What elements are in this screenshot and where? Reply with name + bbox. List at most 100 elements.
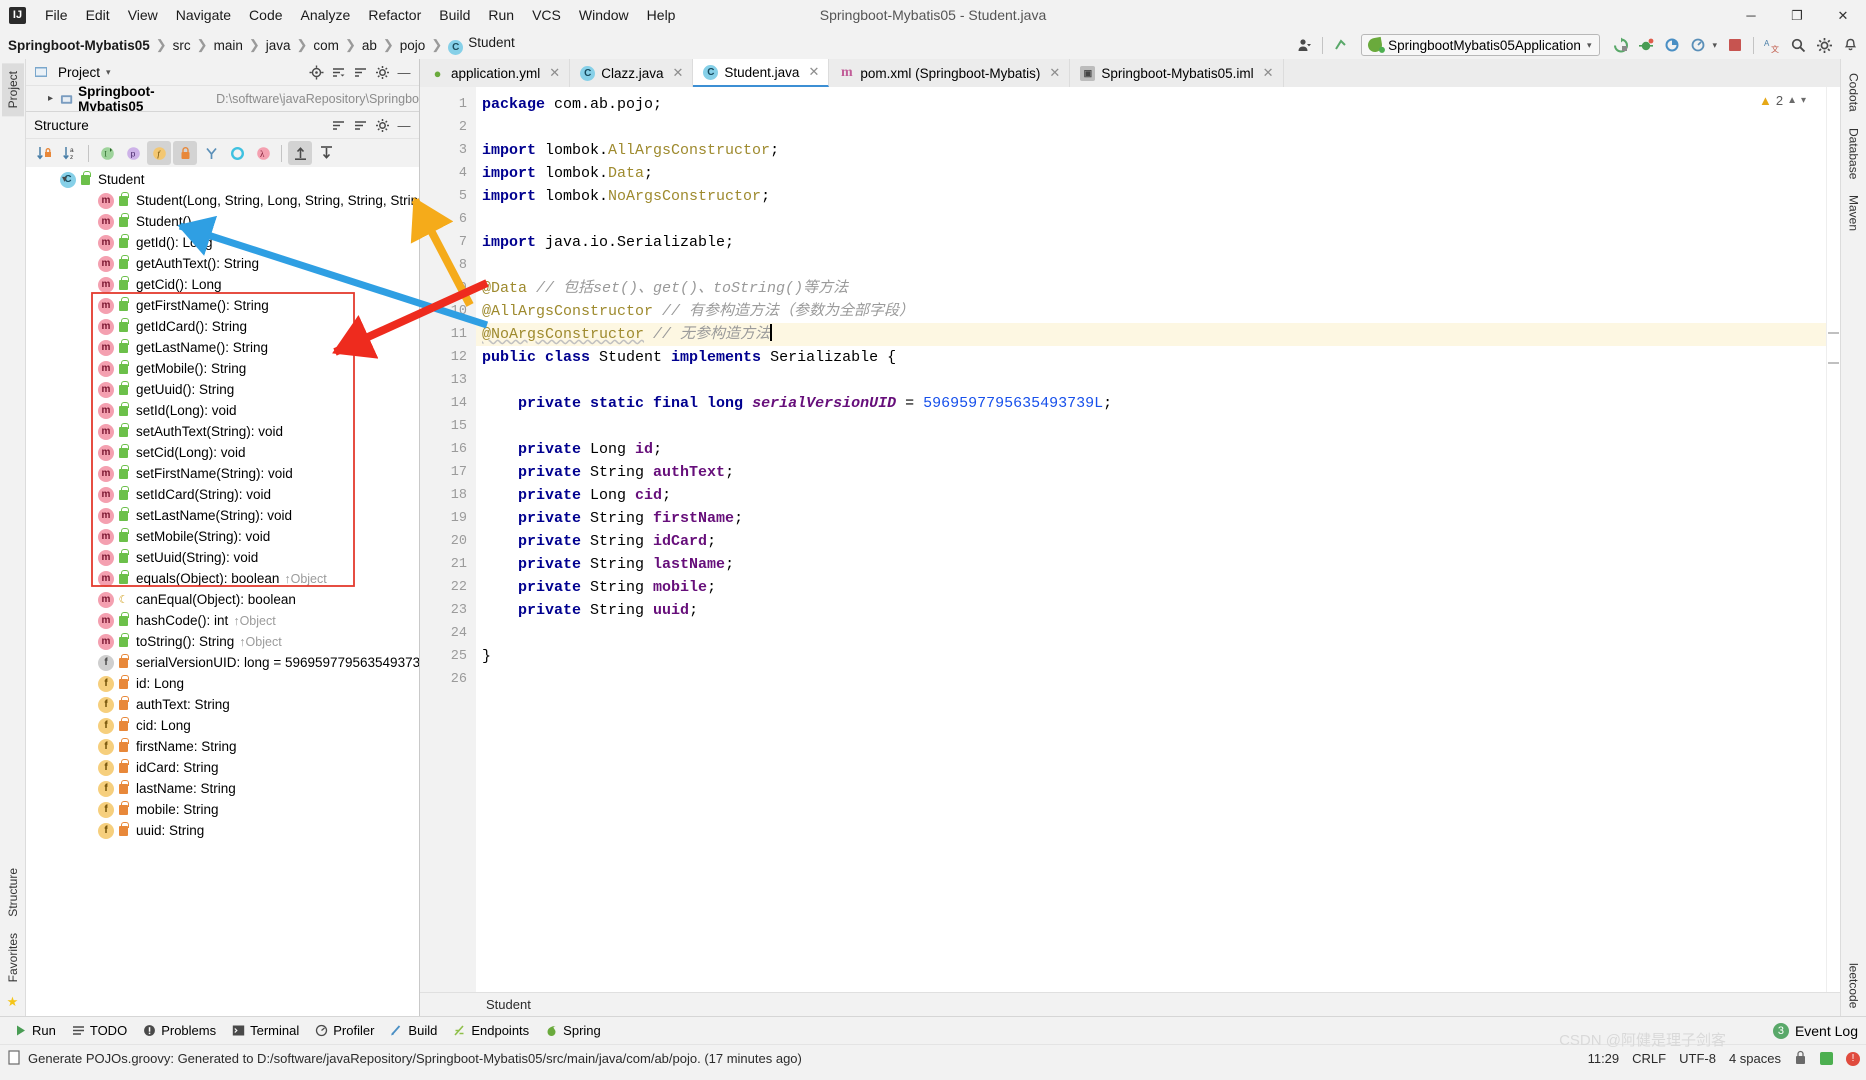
- editor-tab-springboot-mybatis05-iml[interactable]: ▣ Springboot-Mybatis05.iml ✕: [1070, 59, 1284, 87]
- bottom-tool-todo[interactable]: TODO: [64, 1020, 135, 1041]
- stop-icon[interactable]: [1723, 33, 1747, 57]
- structure-tree[interactable]: ▾ C Student m Student(Long, String, Long, St…: [26, 167, 419, 1016]
- collapse-all-icon[interactable]: [327, 61, 349, 83]
- status-encoding[interactable]: UTF-8: [1679, 1051, 1716, 1066]
- code-line[interactable]: private Long cid;: [476, 484, 1826, 507]
- code-line[interactable]: import lombok.NoArgsConstructor;: [476, 185, 1826, 208]
- show-lambdas-icon[interactable]: λ: [251, 141, 275, 165]
- structure-tree-item[interactable]: m setFirstName(String): void: [26, 463, 419, 484]
- close-button[interactable]: ✕: [1820, 0, 1866, 31]
- code-line[interactable]: private String authText;: [476, 461, 1826, 484]
- user-icon[interactable]: [1292, 33, 1316, 57]
- sidebar-item-leetcode[interactable]: leetcode: [1844, 955, 1864, 1016]
- next-highlight-icon[interactable]: ▾: [1801, 95, 1806, 106]
- editor-tab-application-yml[interactable]: ● application.yml ✕: [420, 59, 571, 87]
- chevron-down-icon[interactable]: ▾: [106, 67, 111, 78]
- gear-icon[interactable]: [371, 114, 393, 136]
- sidebar-item-favorites[interactable]: Favorites: [2, 925, 24, 990]
- structure-tree-item[interactable]: m setIdCard(String): void: [26, 484, 419, 505]
- breadcrumb-item-ab[interactable]: ab: [362, 38, 377, 53]
- run-configuration-selector[interactable]: SpringbootMybatis05Application ▾: [1361, 34, 1601, 56]
- structure-tree-item[interactable]: m equals(Object): boolean ↑Object: [26, 568, 419, 589]
- bottom-tool-profiler[interactable]: Profiler: [307, 1020, 382, 1041]
- menu-item-navigate[interactable]: Navigate: [167, 3, 240, 27]
- code-line[interactable]: import lombok.AllArgsConstructor;: [476, 139, 1826, 162]
- breadcrumb-item-main[interactable]: main: [214, 38, 243, 53]
- sidebar-item-structure[interactable]: Structure: [2, 860, 24, 925]
- hide-icon[interactable]: —: [393, 61, 415, 83]
- menu-item-analyze[interactable]: Analyze: [292, 3, 360, 27]
- show-fields-icon[interactable]: f: [147, 141, 171, 165]
- breadcrumb-item-src[interactable]: src: [173, 38, 191, 53]
- structure-tree-item[interactable]: m getAuthText(): String: [26, 253, 419, 274]
- marker-strip[interactable]: [1826, 87, 1840, 992]
- code-line[interactable]: [476, 415, 1826, 438]
- structure-tree-item[interactable]: f idCard: String: [26, 757, 419, 778]
- structure-tree-item[interactable]: f mobile: String: [26, 799, 419, 820]
- sidebar-item-maven[interactable]: Maven: [1844, 187, 1864, 239]
- structure-tree-item[interactable]: m setMobile(String): void: [26, 526, 419, 547]
- code-line[interactable]: package com.ab.pojo;: [476, 93, 1826, 116]
- translate-icon[interactable]: A文: [1760, 33, 1784, 57]
- structure-tree-item[interactable]: f serialVersionUID: long = 59695977956354…: [26, 652, 419, 673]
- show-properties-icon[interactable]: p: [121, 141, 145, 165]
- structure-tree-item[interactable]: f id: Long: [26, 673, 419, 694]
- structure-tree-item[interactable]: m Student(Long, String, Long, String, Str…: [26, 190, 419, 211]
- structure-tree-item[interactable]: m Student(): [26, 211, 419, 232]
- show-anonymous-icon[interactable]: [225, 141, 249, 165]
- breadcrumb-item-com[interactable]: com: [313, 38, 339, 53]
- chevron-right-icon[interactable]: ▸: [48, 93, 53, 104]
- structure-tree-item[interactable]: m getLastName(): String: [26, 337, 419, 358]
- structure-tree-item[interactable]: f lastName: String: [26, 778, 419, 799]
- menu-item-window[interactable]: Window: [570, 3, 638, 27]
- code-line[interactable]: [476, 208, 1826, 231]
- structure-tree-item[interactable]: f cid: Long: [26, 715, 419, 736]
- structure-tree-item[interactable]: m getId(): Long: [26, 232, 419, 253]
- breadcrumb-item-pojo[interactable]: pojo: [400, 38, 426, 53]
- bottom-tool-endpoints[interactable]: Endpoints: [445, 1020, 537, 1041]
- close-icon[interactable]: ✕: [672, 65, 683, 81]
- structure-tree-item[interactable]: f uuid: String: [26, 820, 419, 841]
- menu-item-edit[interactable]: Edit: [77, 3, 119, 27]
- structure-tree-item[interactable]: m getFirstName(): String: [26, 295, 419, 316]
- status-indent[interactable]: 4 spaces: [1729, 1051, 1781, 1066]
- structure-tree-item[interactable]: m getCid(): Long: [26, 274, 419, 295]
- breadcrumb-item-springboot-mybatis05[interactable]: Springboot-Mybatis05: [8, 38, 150, 53]
- vcs-update-icon[interactable]: [1329, 33, 1353, 57]
- breadcrumb-item-java[interactable]: java: [266, 38, 291, 53]
- breadcrumb-item-student[interactable]: C Student: [448, 35, 515, 55]
- maximize-button[interactable]: ❐: [1774, 0, 1820, 31]
- inspection-status[interactable]: ▲ 2 ▲ ▾: [1759, 93, 1806, 108]
- code-line[interactable]: [476, 622, 1826, 645]
- minimize-button[interactable]: ─: [1728, 0, 1774, 31]
- inspections-icon[interactable]: [1820, 1052, 1833, 1065]
- expand-icon[interactable]: [349, 61, 371, 83]
- project-root-row[interactable]: ▸ Springboot-Mybatis05 D:\software\javaR…: [26, 84, 419, 114]
- code-line[interactable]: [476, 116, 1826, 139]
- structure-tree-item[interactable]: m getIdCard(): String: [26, 316, 419, 337]
- structure-tree-item[interactable]: m setId(Long): void: [26, 400, 419, 421]
- close-icon[interactable]: ✕: [549, 65, 560, 81]
- menu-item-run[interactable]: Run: [479, 3, 523, 27]
- editor-tab-pom-xml-springboot-mybatis-[interactable]: m pom.xml (Springboot-Mybatis) ✕: [829, 59, 1071, 87]
- menu-item-view[interactable]: View: [119, 3, 167, 27]
- code-line[interactable]: private String firstName;: [476, 507, 1826, 530]
- show-inherited-icon[interactable]: I: [95, 141, 119, 165]
- code-line[interactable]: }: [476, 645, 1826, 668]
- code-line[interactable]: private String mobile;: [476, 576, 1826, 599]
- prev-highlight-icon[interactable]: ▲: [1787, 95, 1797, 106]
- editor-breadcrumb[interactable]: Student: [420, 992, 1840, 1016]
- event-log-button[interactable]: 3 Event Log: [1772, 1022, 1858, 1039]
- sidebar-item-codota[interactable]: Codota: [1844, 65, 1864, 120]
- code-line[interactable]: private String lastName;: [476, 553, 1826, 576]
- code-line[interactable]: [476, 668, 1826, 691]
- status-line-separator[interactable]: CRLF: [1632, 1051, 1666, 1066]
- collapse-all-icon[interactable]: [314, 141, 338, 165]
- code-line[interactable]: @Data // 包括set()、get()、toString()等方法: [476, 277, 1826, 300]
- close-icon[interactable]: ✕: [1049, 65, 1060, 81]
- show-non-public-icon[interactable]: [173, 141, 197, 165]
- structure-tree-item[interactable]: m setUuid(String): void: [26, 547, 419, 568]
- sidebar-item-project[interactable]: Project: [1, 63, 24, 117]
- structure-tree-root[interactable]: ▾ C Student: [26, 169, 419, 190]
- menu-item-file[interactable]: File: [36, 3, 77, 27]
